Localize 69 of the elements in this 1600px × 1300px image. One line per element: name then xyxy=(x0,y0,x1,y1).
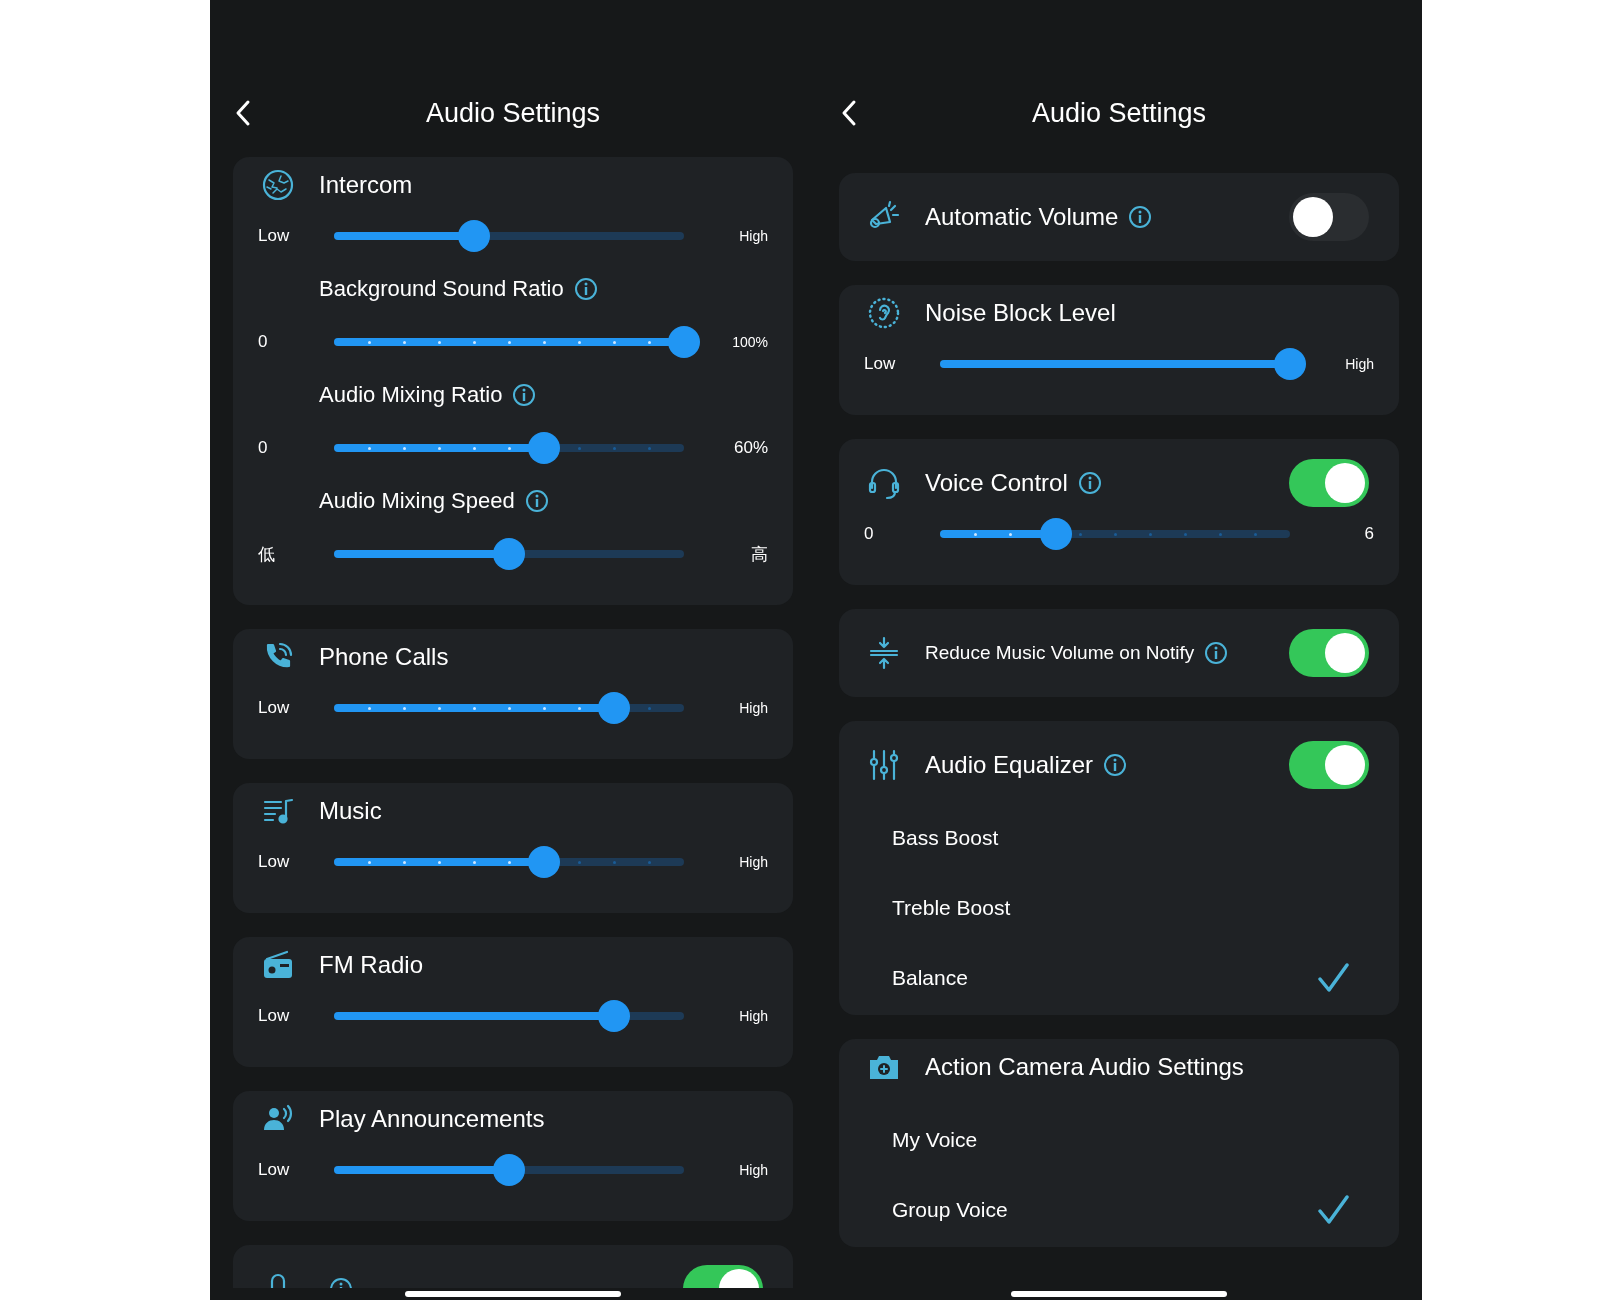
toggle-switch[interactable] xyxy=(1289,629,1369,677)
min-label: Low xyxy=(258,698,291,718)
card-title: Play Announcements xyxy=(319,1105,545,1133)
min-label: Low xyxy=(258,1006,291,1026)
toggle-switch[interactable] xyxy=(1289,459,1369,507)
min-label: 0 xyxy=(258,332,269,352)
slider-thumb[interactable] xyxy=(1039,518,1072,550)
max-label: 高 xyxy=(750,543,768,566)
max-label: High xyxy=(738,1162,768,1178)
max-label: 100% xyxy=(731,334,768,350)
headset-icon xyxy=(867,466,901,500)
slider-thumb[interactable] xyxy=(458,220,490,252)
slider-thumb[interactable] xyxy=(598,692,630,724)
slider-thumb[interactable] xyxy=(493,1154,525,1186)
max-label: High xyxy=(738,700,768,716)
option-item[interactable]: Bass Boost xyxy=(839,803,1399,873)
info-icon[interactable] xyxy=(1204,641,1229,665)
option-item[interactable]: Group Voice xyxy=(839,1175,1399,1245)
min-label: Low xyxy=(258,852,291,872)
card-title: Action Camera Audio Settings xyxy=(925,1053,1244,1081)
max-label: High xyxy=(1344,356,1374,372)
max-label: High xyxy=(738,854,768,870)
back-icon[interactable] xyxy=(235,99,251,127)
equalizer-icon xyxy=(867,748,901,782)
slider-label: Audio Mixing Ratio xyxy=(319,382,503,408)
min-label: 0 xyxy=(864,524,875,544)
min-label: Low xyxy=(258,226,291,246)
card-title: Noise Block Level xyxy=(925,299,1116,327)
card-title: Automatic Volume xyxy=(925,203,1119,231)
slider-label: Background Sound Ratio xyxy=(319,276,564,302)
card-title: Phone Calls xyxy=(319,643,449,671)
slider-thumb[interactable] xyxy=(668,326,700,358)
min-label: Low xyxy=(258,1160,291,1180)
max-label: High xyxy=(738,228,768,244)
card-title: FM Radio xyxy=(319,951,424,979)
min-label: 低 xyxy=(258,543,276,566)
slider-thumb[interactable] xyxy=(1274,348,1306,380)
info-icon[interactable] xyxy=(573,277,598,301)
min-label: Low xyxy=(864,354,897,374)
slider-label: Audio Mixing Speed xyxy=(319,488,515,514)
option-item[interactable]: My Voice xyxy=(839,1105,1399,1175)
slider-thumb[interactable] xyxy=(493,538,525,570)
toggle-switch[interactable] xyxy=(1289,193,1369,241)
info-icon[interactable] xyxy=(512,383,537,407)
option-item[interactable]: Balance xyxy=(839,943,1399,1013)
option-item[interactable]: Treble Boost xyxy=(839,873,1399,943)
info-icon[interactable] xyxy=(1077,471,1102,495)
toggle-switch[interactable] xyxy=(1289,741,1369,789)
card-title: Audio Equalizer xyxy=(925,751,1094,779)
slider-thumb[interactable] xyxy=(528,432,560,464)
slider-thumb[interactable] xyxy=(528,846,560,878)
globe-icon xyxy=(261,168,295,202)
info-icon[interactable] xyxy=(1128,205,1153,229)
max-label: 6 xyxy=(1363,524,1374,544)
slider-thumb[interactable] xyxy=(598,1000,630,1032)
card-title: Intercom xyxy=(319,171,413,199)
screen-title: Audio Settings xyxy=(425,97,601,129)
max-label: 60% xyxy=(732,438,768,458)
ear-icon xyxy=(867,296,901,330)
info-icon[interactable] xyxy=(524,489,549,513)
max-label: High xyxy=(738,1008,768,1024)
compress-arrows-icon xyxy=(867,636,901,670)
info-icon[interactable] xyxy=(1103,753,1128,777)
back-icon[interactable] xyxy=(841,99,857,127)
screen-title: Audio Settings xyxy=(1031,97,1207,129)
card-title: Voice Control xyxy=(925,469,1068,497)
card-title: Reduce Music Volume on Notify xyxy=(925,642,1195,664)
card-title: Music xyxy=(319,797,382,825)
min-label: 0 xyxy=(258,438,269,458)
